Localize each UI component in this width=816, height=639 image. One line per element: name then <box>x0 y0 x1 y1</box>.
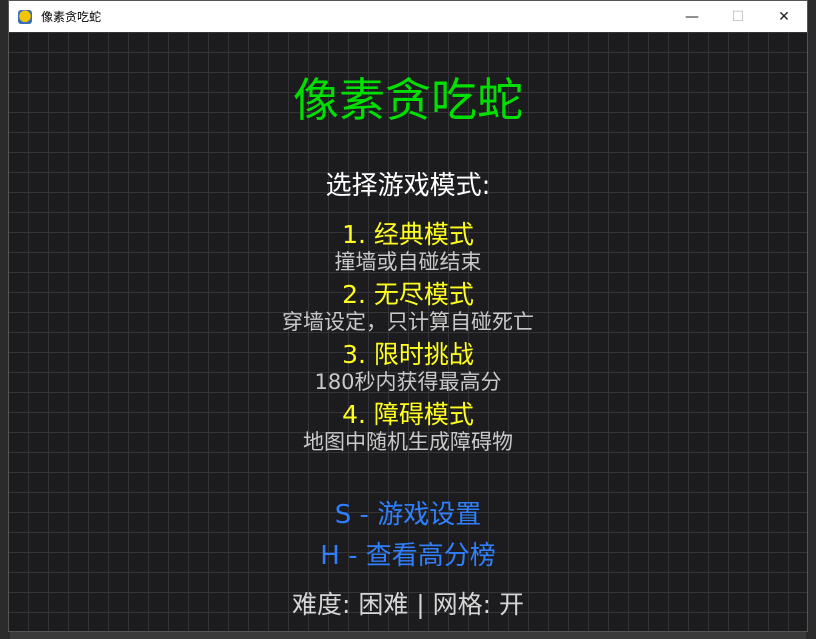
game-window: 像素贪吃蛇 — ☐ ✕ 像素贪吃蛇 选择游戏模式: 1. 经典模式 撞墙或自碰结… <box>8 0 808 632</box>
maximize-button[interactable]: ☐ <box>715 1 761 32</box>
mode-classic-description: 撞墙或自碰结束 <box>334 250 482 274</box>
settings-link[interactable]: S - 游戏设置 <box>9 494 807 531</box>
leaderboard-link[interactable]: H - 查看高分榜 <box>9 535 807 572</box>
mode-obstacle-description: 地图中随机生成障碍物 <box>303 430 513 454</box>
mode-endless-description: 穿墙设定，只计算自碰死亡 <box>282 310 534 334</box>
window-controls: — ☐ ✕ <box>669 1 807 32</box>
mode-timed-description: 180秒内获得最高分 <box>314 370 502 394</box>
minimize-button[interactable]: — <box>669 1 715 32</box>
app-icon <box>18 9 32 24</box>
window-title: 像素贪吃蛇 <box>41 10 102 24</box>
mode-prompt: 选择游戏模式: <box>325 171 491 201</box>
game-title: 像素贪吃蛇 <box>293 73 523 127</box>
game-canvas[interactable]: 像素贪吃蛇 选择游戏模式: 1. 经典模式 撞墙或自碰结束 2. 无尽模式 穿墙… <box>9 32 807 631</box>
close-button[interactable]: ✕ <box>761 1 807 32</box>
status-line: 难度: 困难 | 网格: 开 <box>291 590 525 619</box>
title-bar[interactable]: 像素贪吃蛇 — ☐ ✕ <box>9 1 807 32</box>
